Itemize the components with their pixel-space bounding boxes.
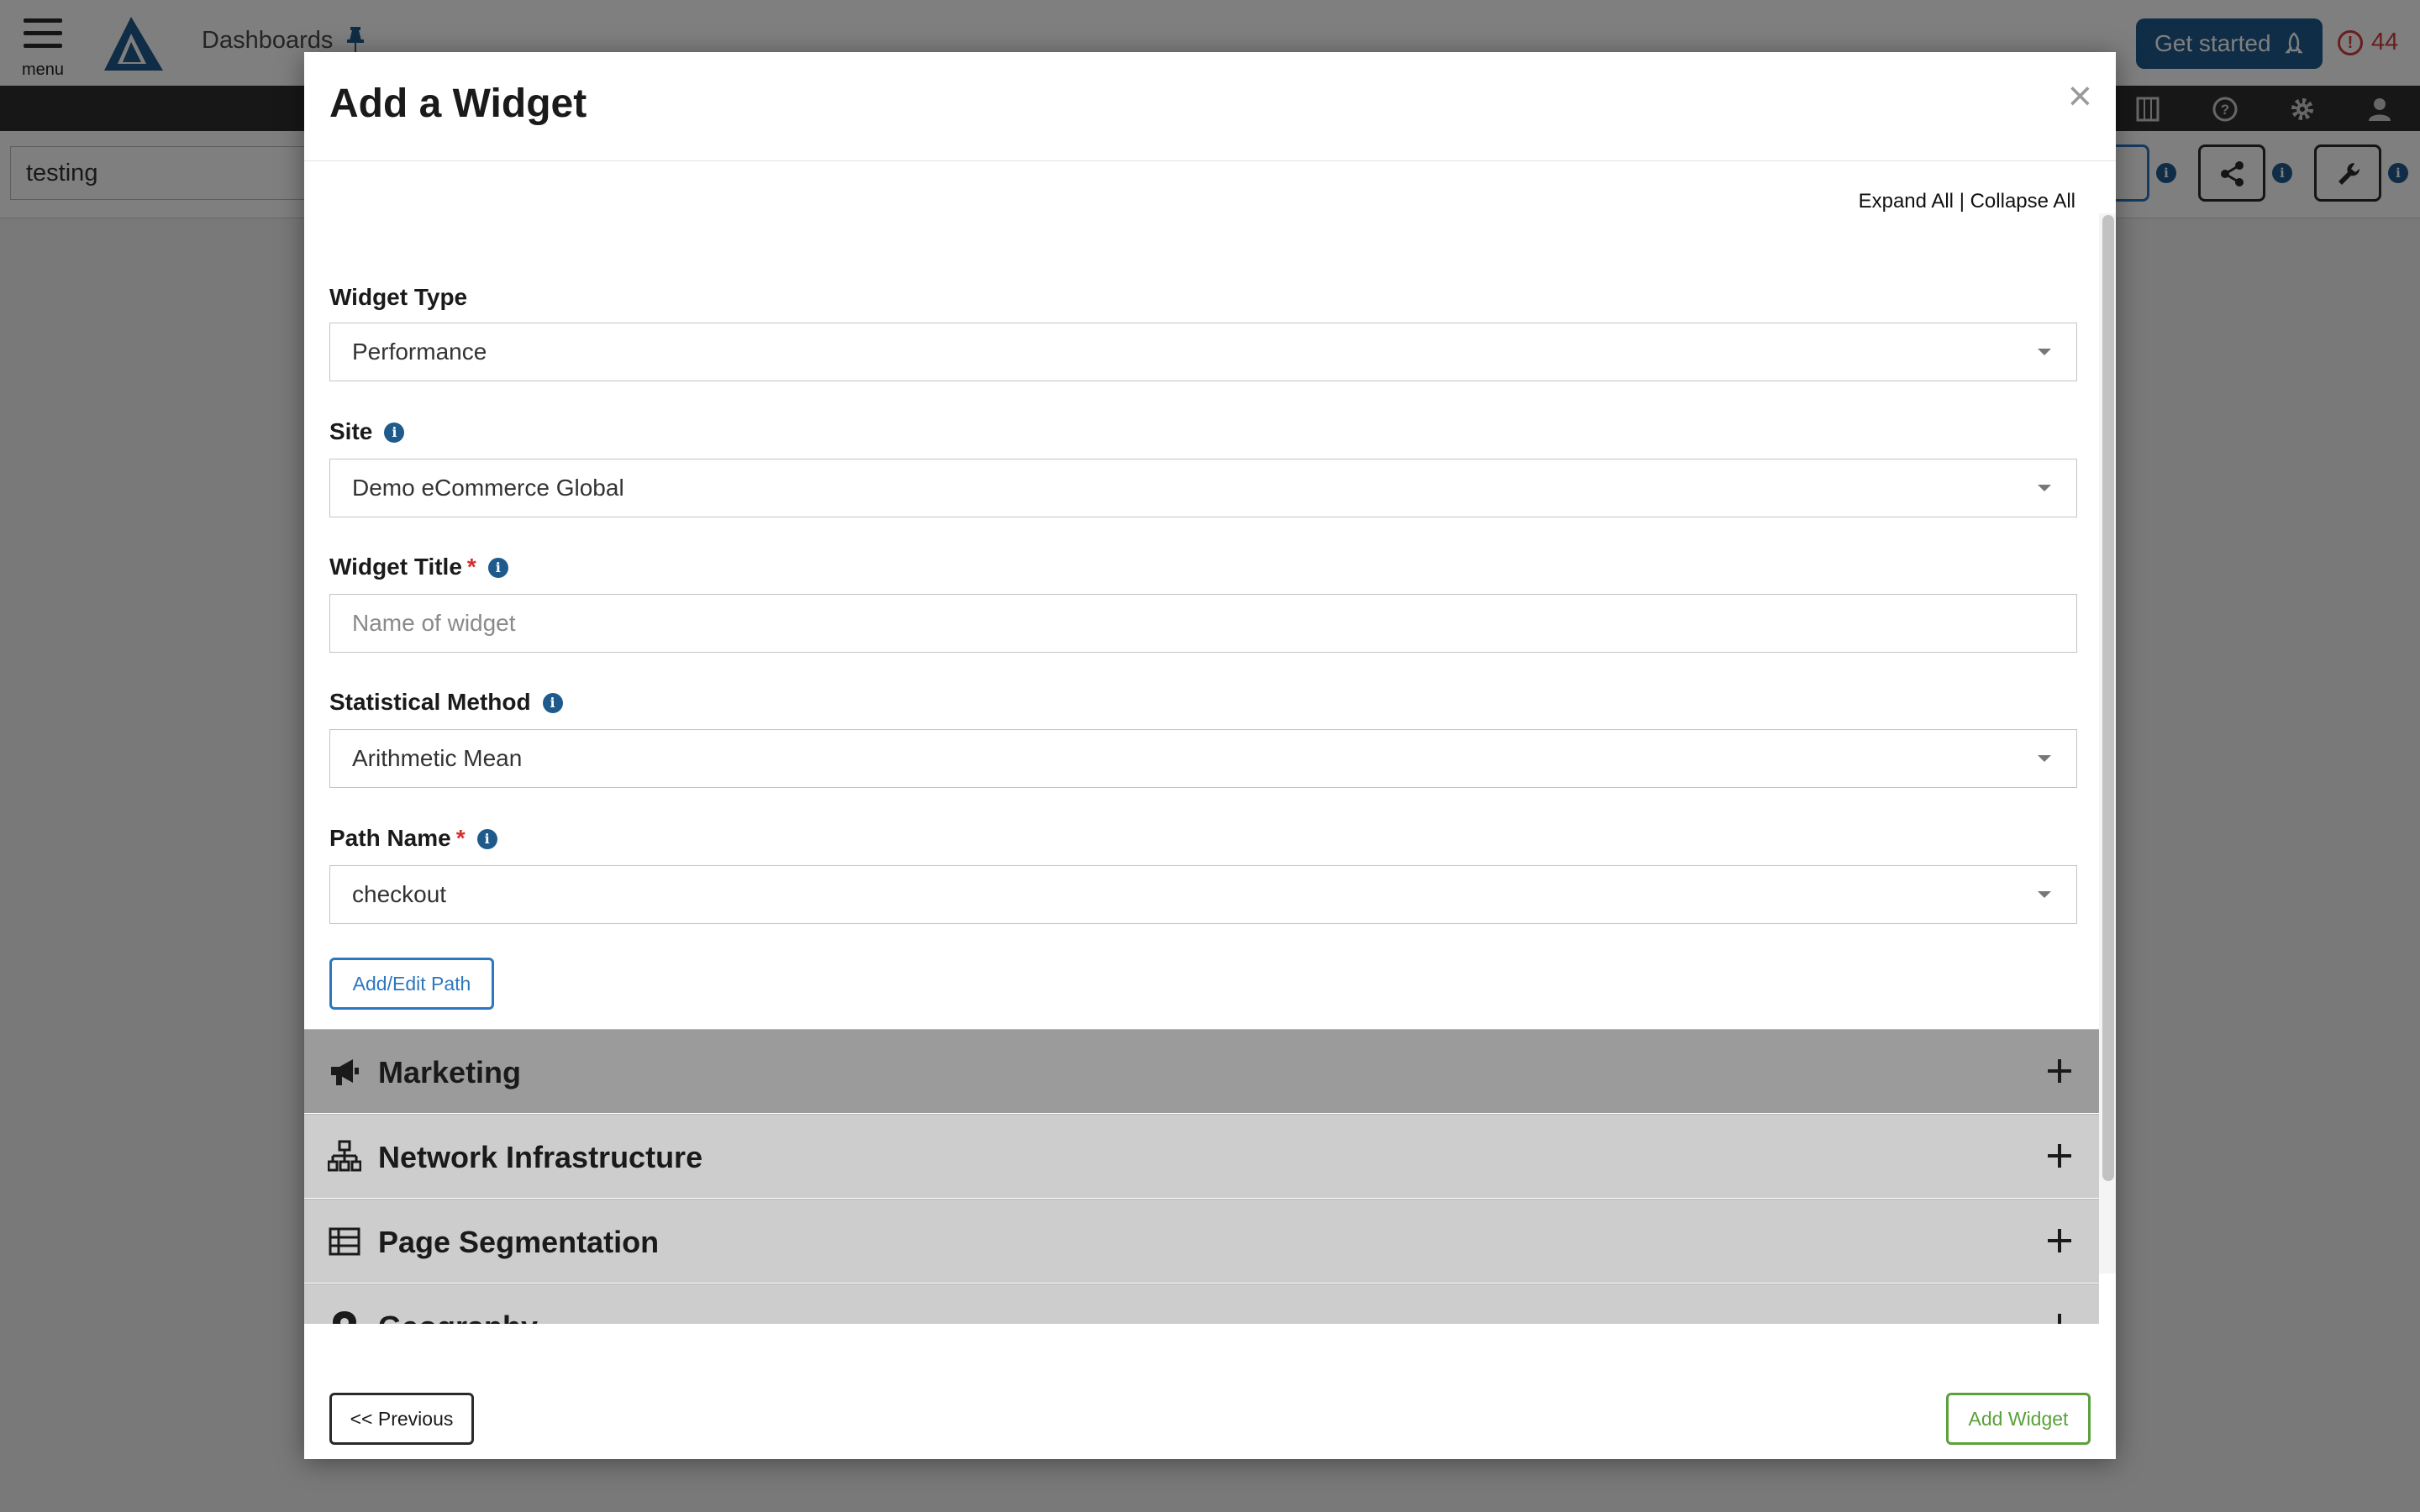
path-name-select[interactable]: checkout xyxy=(329,865,2077,924)
add-widget-button[interactable]: Add Widget xyxy=(1946,1393,2091,1445)
widget-type-value: Performance xyxy=(352,339,487,365)
chevron-down-icon xyxy=(2038,755,2051,762)
info-icon[interactable]: i xyxy=(542,693,563,713)
modal-footer: << Previous Add Widget xyxy=(304,1324,2116,1459)
section-network-infrastructure[interactable]: Network Infrastructure xyxy=(304,1114,2099,1198)
statistical-method-label: Statistical Method i xyxy=(329,689,563,716)
section-title: Page Segmentation xyxy=(378,1225,660,1259)
chevron-down-icon xyxy=(2038,485,2051,491)
collapse-all-link[interactable]: Collapse All xyxy=(1970,190,2075,213)
widget-type-select[interactable]: Performance xyxy=(329,323,2077,381)
chevron-down-icon xyxy=(2038,349,2051,355)
add-widget-modal: Add a Widget × Expand All | Collapse All… xyxy=(304,52,2116,1459)
site-value: Demo eCommerce Global xyxy=(352,475,624,501)
statistical-method-label-text: Statistical Method xyxy=(329,689,531,715)
required-marker: * xyxy=(466,554,476,580)
modal-header: Add a Widget × xyxy=(304,52,2116,161)
widget-title-label: Widget Title * i xyxy=(329,554,508,580)
path-name-value: checkout xyxy=(352,881,447,907)
statistical-method-select[interactable]: Arithmetic Mean xyxy=(329,729,2077,788)
section-title: Geography xyxy=(378,1310,538,1324)
info-icon[interactable]: i xyxy=(476,829,497,849)
plus-icon xyxy=(2048,1059,2071,1083)
plus-icon xyxy=(2058,1314,2061,1324)
modal-body: Expand All | Collapse All Widget Type Pe… xyxy=(304,161,2116,1324)
path-name-label-text: Path Name xyxy=(329,825,451,851)
widget-type-label-text: Widget Type xyxy=(329,284,468,310)
bullhorn-icon xyxy=(331,1059,359,1085)
map-marker-icon xyxy=(333,1311,356,1324)
expand-collapse-links: Expand All | Collapse All xyxy=(1859,190,2075,213)
site-label: Site i xyxy=(329,418,405,445)
info-icon[interactable]: i xyxy=(384,423,405,443)
section-title: Network Infrastructure xyxy=(378,1140,703,1174)
path-name-label: Path Name * i xyxy=(329,825,497,852)
info-icon[interactable]: i xyxy=(487,558,508,578)
widget-title-input[interactable] xyxy=(329,594,2077,653)
section-page-segmentation[interactable]: Page Segmentation xyxy=(304,1199,2099,1283)
site-label-text: Site xyxy=(329,418,373,444)
section-marketing[interactable]: Marketing xyxy=(304,1029,2099,1113)
previous-button[interactable]: << Previous xyxy=(329,1393,474,1445)
expand-all-link[interactable]: Expand All xyxy=(1859,190,1954,213)
link-separator: | xyxy=(1959,190,1965,213)
plus-icon xyxy=(2048,1144,2071,1168)
section-geography[interactable]: Geography xyxy=(304,1284,2099,1324)
sitemap-icon xyxy=(328,1140,361,1172)
close-icon[interactable]: × xyxy=(2068,71,2092,121)
required-marker: * xyxy=(455,825,466,851)
site-select[interactable]: Demo eCommerce Global xyxy=(329,459,2077,517)
statistical-method-value: Arithmetic Mean xyxy=(352,745,523,771)
modal-scrollbar-thumb[interactable] xyxy=(2102,215,2114,1181)
widget-title-label-text: Widget Title xyxy=(329,554,462,580)
widget-type-label: Widget Type xyxy=(329,284,467,311)
chevron-down-icon xyxy=(2038,891,2051,898)
add-edit-path-button[interactable]: Add/Edit Path xyxy=(329,958,494,1010)
section-title: Marketing xyxy=(378,1055,522,1089)
modal-title: Add a Widget xyxy=(329,81,587,126)
list-table-icon xyxy=(329,1227,360,1256)
plus-icon xyxy=(2048,1229,2071,1252)
